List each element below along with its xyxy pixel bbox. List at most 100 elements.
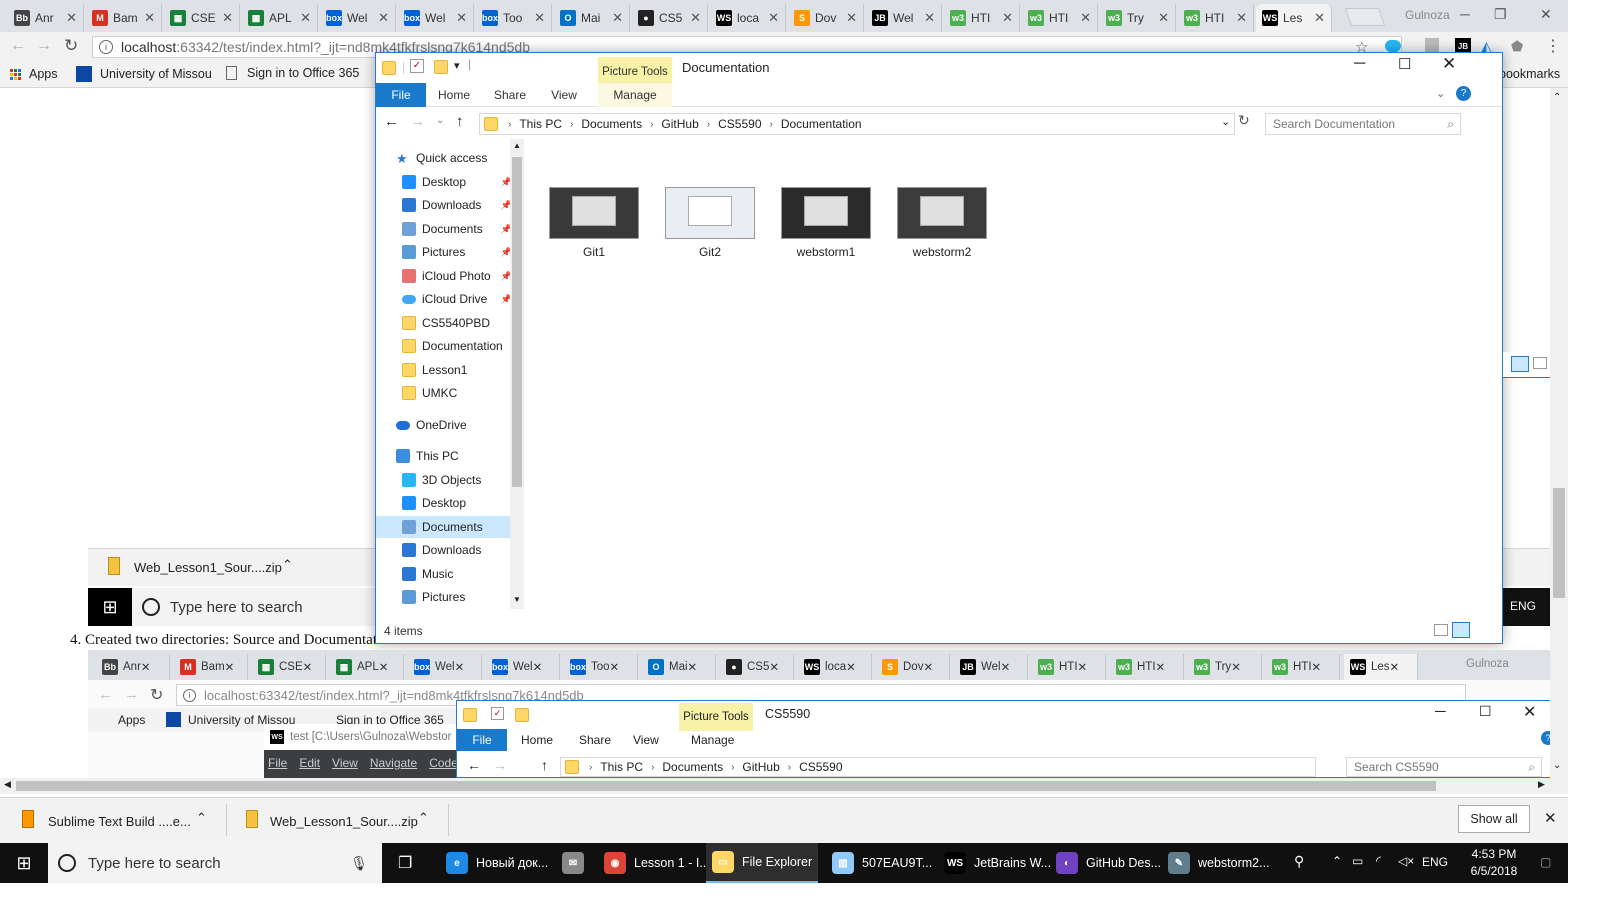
tab-close-icon[interactable]: ✕ bbox=[1236, 10, 1247, 26]
tab-close-icon[interactable]: ✕ bbox=[1314, 10, 1325, 26]
taskbar-app[interactable]: ✉ bbox=[556, 843, 592, 883]
browser-tab[interactable]: w3 HTI ✕ bbox=[1022, 4, 1098, 32]
onedrive-extension-icon[interactable] bbox=[1385, 40, 1401, 52]
tab-file[interactable]: File bbox=[376, 83, 426, 107]
bookmark-office365[interactable]: Sign in to Office 365 bbox=[226, 66, 359, 80]
breadcrumb-separator-icon[interactable]: › bbox=[570, 119, 573, 130]
tab-view[interactable]: View bbox=[544, 83, 584, 107]
nav-item[interactable]: Desktop bbox=[376, 492, 511, 514]
taskbar-app[interactable]: ✎ webstorm2... bbox=[1162, 843, 1272, 883]
apps-bookmark[interactable]: Apps bbox=[10, 67, 58, 81]
tab-close-icon[interactable]: ✕ bbox=[690, 10, 701, 26]
breadcrumb-separator-icon[interactable]: › bbox=[508, 119, 511, 130]
wifi-icon[interactable]: ◜ bbox=[1376, 853, 1381, 869]
browser-tab[interactable]: WS Les ✕ bbox=[1256, 4, 1332, 32]
back-arrow-icon[interactable]: ← bbox=[384, 113, 399, 130]
restore-icon[interactable]: ❐ bbox=[1494, 6, 1507, 23]
breadcrumb-item[interactable]: This PC bbox=[600, 760, 643, 774]
large-icons-view-icon[interactable] bbox=[1452, 622, 1470, 638]
scroll-thumb[interactable] bbox=[16, 781, 1436, 791]
browser-tab[interactable]: ● CS5 ✕ bbox=[632, 4, 708, 32]
tab-close-icon[interactable]: ✕ bbox=[924, 10, 935, 26]
tab-close-icon[interactable]: ✕ bbox=[1080, 10, 1091, 26]
breadcrumb-separator-icon[interactable]: › bbox=[707, 119, 710, 130]
tab-close-icon[interactable]: ✕ bbox=[612, 10, 623, 26]
taskbar-app[interactable]: ◐ GitHub Des... bbox=[1050, 843, 1161, 883]
nav-item[interactable]: UMKC bbox=[376, 382, 511, 404]
help-icon[interactable]: ? bbox=[1456, 86, 1471, 101]
scroll-down-icon[interactable]: ⌄ bbox=[1553, 760, 1561, 771]
tab-close-icon[interactable]: ✕ bbox=[66, 10, 77, 26]
tab-close-icon[interactable]: ✕ bbox=[534, 10, 545, 26]
nav-item[interactable]: Lesson1 bbox=[376, 359, 511, 381]
breadcrumb-separator-icon[interactable]: › bbox=[770, 119, 773, 130]
new-folder-icon[interactable] bbox=[434, 60, 448, 74]
scroll-up-icon[interactable]: ▲ bbox=[513, 141, 521, 150]
shield-icon[interactable]: ⬟ bbox=[1511, 38, 1523, 55]
chevron-up-icon[interactable]: ⌃ bbox=[418, 810, 429, 826]
language-indicator[interactable]: ENG bbox=[1422, 855, 1448, 869]
nav-item[interactable]: OneDrive bbox=[376, 414, 511, 436]
tab-close-icon[interactable]: ✕ bbox=[1002, 10, 1013, 26]
breadcrumb-item[interactable]: Documents bbox=[662, 760, 723, 774]
task-view-icon[interactable]: ❐ bbox=[398, 853, 412, 873]
up-arrow-icon[interactable]: ↑ bbox=[456, 113, 464, 130]
breadcrumb-item[interactable]: GitHub bbox=[742, 760, 779, 774]
chevron-up-icon[interactable]: ⌃ bbox=[282, 557, 293, 573]
back-arrow-icon[interactable]: ← bbox=[10, 37, 26, 55]
file-item[interactable]: webstorm1 bbox=[776, 187, 876, 259]
microphone-icon[interactable]: 🎙 bbox=[350, 855, 368, 872]
tab-close-icon[interactable]: ✕ bbox=[768, 10, 779, 26]
maximize-icon[interactable]: ☐ bbox=[1398, 55, 1411, 73]
details-view-icon[interactable] bbox=[1434, 624, 1448, 636]
close-icon[interactable]: ✕ bbox=[1544, 809, 1557, 827]
nav-item[interactable]: CS5540PBD bbox=[376, 312, 511, 334]
large-icons-view-icon[interactable] bbox=[1533, 357, 1547, 369]
close-icon[interactable]: ✕ bbox=[1540, 6, 1552, 23]
scroll-thumb[interactable] bbox=[512, 157, 522, 487]
menu-kebab-icon[interactable]: ⋮ bbox=[1545, 36, 1561, 56]
file-item[interactable]: Git2 bbox=[660, 187, 760, 259]
show-all-button[interactable]: Show all bbox=[1458, 805, 1530, 833]
taskbar-app[interactable]: e Новый док... bbox=[440, 843, 548, 883]
download-item-sublime[interactable]: Sublime Text Build ....e... bbox=[48, 814, 191, 829]
download-filename[interactable]: Web_Lesson1_Sour....zip bbox=[134, 560, 282, 575]
taskbar-app[interactable]: ◉ Lesson 1 - I... bbox=[598, 843, 710, 883]
bookmark-university[interactable]: University of Missou bbox=[76, 66, 212, 82]
details-view-icon[interactable] bbox=[1511, 356, 1529, 372]
nav-item[interactable]: This PC bbox=[376, 445, 511, 467]
nav-item[interactable]: Music bbox=[376, 563, 511, 585]
nav-item[interactable]: 3D Objects bbox=[376, 469, 511, 491]
browser-tab[interactable]: O Mai ✕ bbox=[554, 4, 630, 32]
tab-close-icon[interactable]: ✕ bbox=[456, 10, 467, 26]
nav-item[interactable]: Downloads 📌 bbox=[376, 194, 512, 216]
scroll-thumb[interactable] bbox=[1553, 488, 1565, 598]
breadcrumb-separator-icon[interactable]: › bbox=[731, 762, 734, 773]
inner-search-box[interactable]: Type here to search bbox=[132, 588, 382, 626]
tab-close-icon[interactable]: ✕ bbox=[1158, 10, 1169, 26]
nav-item[interactable]: Documentation bbox=[376, 335, 511, 357]
nav-item[interactable]: Documents bbox=[376, 516, 511, 538]
page-scrollbar[interactable]: ⌃ ⌄ bbox=[1550, 88, 1568, 778]
nav-item[interactable]: Desktop 📌 bbox=[376, 171, 512, 193]
browser-tab[interactable]: ▦ APL ✕ bbox=[242, 4, 318, 32]
nav-item[interactable]: Downloads bbox=[376, 539, 511, 561]
chrome-profile-name[interactable]: Gulnoza bbox=[1405, 8, 1450, 22]
taskbar-app[interactable]: ▥ 507EAU9T... bbox=[826, 843, 932, 883]
breadcrumb-separator-icon[interactable]: › bbox=[650, 119, 653, 130]
scroll-right-icon[interactable]: ▶ bbox=[1538, 779, 1545, 790]
forward-arrow-icon[interactable]: → bbox=[36, 37, 52, 55]
taskbar-app[interactable]: WS JetBrains W... bbox=[938, 843, 1051, 883]
tab-close-icon[interactable]: ✕ bbox=[222, 10, 233, 26]
browser-tab[interactable]: w3 HTI ✕ bbox=[1178, 4, 1254, 32]
tab-close-icon[interactable]: ✕ bbox=[378, 10, 389, 26]
quick-access-dropdown-icon[interactable]: ▾ bbox=[454, 59, 460, 72]
breadcrumb-item[interactable]: CS5590 bbox=[799, 760, 842, 774]
nav-item[interactable]: ★ Quick access bbox=[376, 147, 511, 169]
forward-arrow-icon[interactable]: → bbox=[410, 113, 425, 130]
scroll-left-icon[interactable]: ◀ bbox=[4, 779, 11, 790]
close-icon[interactable]: ✕ bbox=[1442, 54, 1456, 74]
chevron-up-icon[interactable]: ⌃ bbox=[1332, 854, 1342, 868]
browser-tab[interactable]: box Wel ✕ bbox=[398, 4, 474, 32]
download-item-zip[interactable]: Web_Lesson1_Sour....zip bbox=[270, 814, 418, 829]
